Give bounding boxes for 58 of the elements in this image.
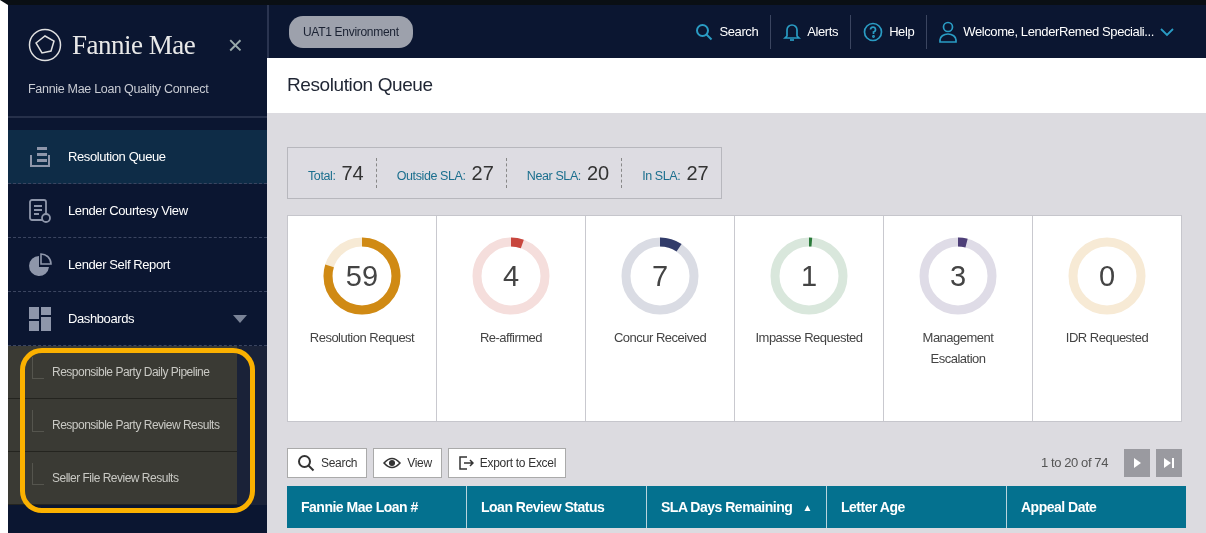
brand-name: Fannie Mae: [72, 29, 196, 62]
toolbar-button[interactable]: Export to Excel: [447, 448, 567, 478]
dashboard-icon: [28, 305, 52, 332]
tile-label: Resolution Request: [308, 329, 416, 347]
close-button[interactable]: ×: [221, 31, 249, 60]
eye-icon: [383, 457, 402, 469]
play-icon: [1132, 457, 1142, 469]
environment-button[interactable]: UAT1 Environment: [289, 15, 413, 48]
sort-icon: ▲: [802, 499, 812, 515]
count-value: 4: [502, 261, 520, 291]
submenu-item[interactable]: Responsible Party Review Results: [8, 399, 237, 453]
user-icon: [939, 20, 958, 43]
search-icon: [695, 22, 714, 41]
submenu-item[interactable]: Seller File Review Results: [8, 452, 237, 506]
tile-label: Re-affirmed: [478, 329, 544, 347]
summary-value: 27: [686, 161, 709, 186]
count-value: 59: [345, 261, 379, 291]
header-link[interactable]: Search: [683, 14, 771, 49]
sidebar-item[interactable]: Resolution Queue: [8, 130, 267, 185]
column-header[interactable]: Fannie Mae Loan #: [287, 486, 466, 528]
summary-label: Outside SLA:: [396, 168, 466, 185]
logo-icon: [28, 28, 62, 63]
help-icon: [863, 21, 884, 42]
column-header[interactable]: SLA Days Remaining ▲: [646, 486, 826, 528]
tile-label: Impasse Requested: [754, 329, 864, 347]
next-page-button[interactable]: [1124, 449, 1150, 477]
count-value: 1: [800, 261, 818, 291]
tile-label: IDR Requested: [1064, 329, 1150, 347]
summary-value: 74: [341, 161, 364, 186]
search-icon: [297, 454, 315, 472]
summary-value: 20: [586, 161, 610, 186]
column-header[interactable]: Appeal Date: [1006, 486, 1186, 528]
tile-label: Concur Received: [612, 329, 708, 347]
pagination-range: 1 to 20 of 74: [1040, 454, 1108, 473]
toolbar-button[interactable]: View: [373, 448, 442, 478]
count-value: 7: [651, 261, 669, 291]
toolbar-button[interactable]: Search: [287, 448, 368, 478]
count-value: 0: [1098, 261, 1116, 291]
tile-label: Management Escalation: [921, 329, 995, 368]
summary-label: Total:: [308, 168, 336, 185]
column-header[interactable]: Letter Age: [826, 486, 1006, 528]
skip-end-icon: [1163, 457, 1175, 469]
pie-chart-icon: [28, 252, 52, 277]
count-value: 3: [949, 261, 967, 291]
header-link[interactable]: Welcome, LenderRemed Speciali...: [926, 14, 1186, 49]
header-link[interactable]: Help: [850, 14, 927, 49]
column-header[interactable]: Loan Review Status: [466, 486, 646, 528]
last-page-button[interactable]: [1156, 449, 1182, 477]
summary-label: In SLA:: [642, 168, 681, 185]
export-icon: [457, 455, 474, 471]
chevron-down-icon: [1160, 26, 1174, 37]
report-icon: [28, 197, 52, 224]
bell-icon: [783, 21, 802, 42]
summary-value: 27: [471, 161, 494, 186]
document-stack-icon: [28, 144, 52, 169]
page-title: Resolution Queue: [267, 58, 1206, 113]
summary-label: Near SLA:: [526, 168, 581, 185]
header-link[interactable]: Alerts: [770, 14, 851, 49]
